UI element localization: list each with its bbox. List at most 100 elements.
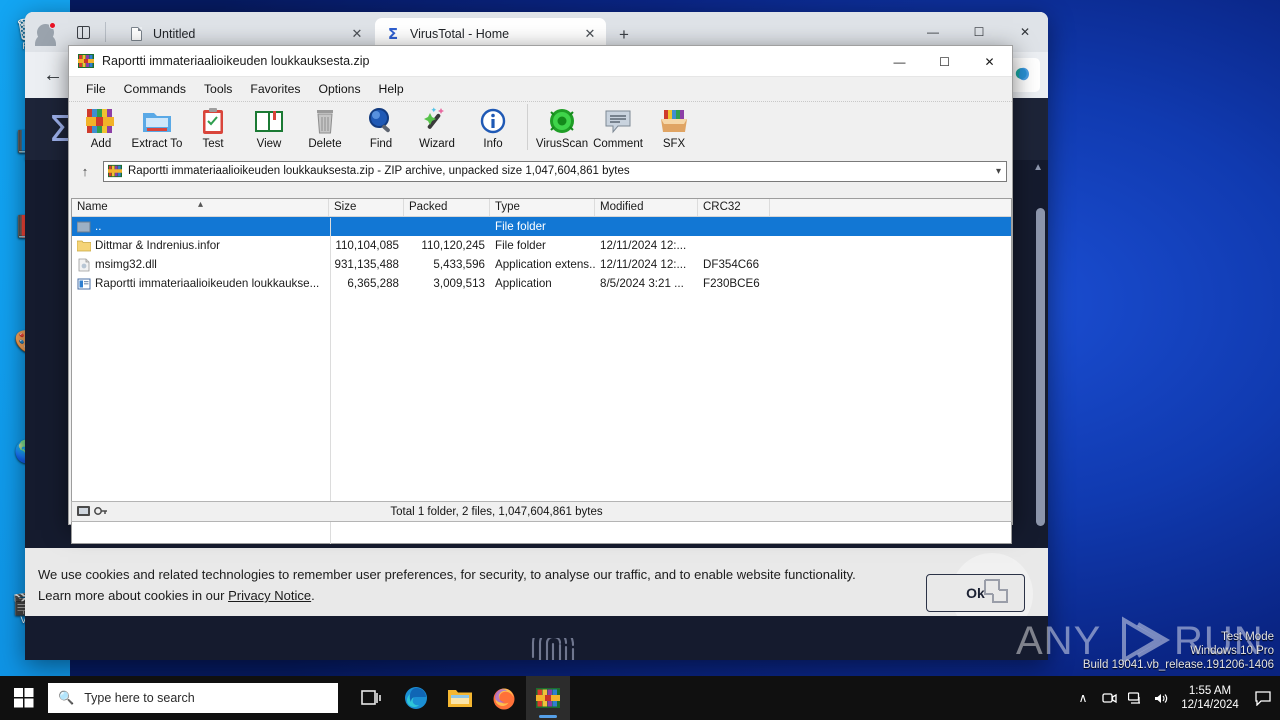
- cell-name: msimg32.dll: [95, 258, 157, 271]
- menu-item-help[interactable]: Help: [370, 80, 413, 98]
- back-button[interactable]: ←: [37, 59, 69, 91]
- sfx-box-icon: [657, 105, 691, 137]
- toolbar-label: Extract To: [131, 138, 183, 150]
- archive-path-field[interactable]: Raportti immateriaalioikeuden loukkaukse…: [103, 160, 1007, 182]
- taskbar-item-edge[interactable]: [394, 676, 438, 720]
- toolbar-label: View: [256, 138, 282, 150]
- tray-expand-icon[interactable]: ∧: [1070, 691, 1096, 705]
- clock-date: 12/14/2024: [1181, 699, 1239, 711]
- status-bar-icons: [72, 506, 112, 517]
- mouse-cursor-icon: [979, 576, 1013, 606]
- column-divider: [330, 218, 331, 544]
- volume-icon[interactable]: [1148, 692, 1174, 705]
- toolbar-button-add[interactable]: Add: [73, 102, 129, 150]
- toolbar-button-delete[interactable]: Delete: [297, 102, 353, 150]
- table-row[interactable]: Raportti immateriaalioikeuden loukkaukse…: [72, 274, 1011, 293]
- winrar-toolbar: Add Extract To Test View Delete Find Wiz…: [69, 101, 1012, 158]
- toolbar-button-extract-to[interactable]: Extract To: [129, 102, 185, 150]
- toolbar-button-view[interactable]: View: [241, 102, 297, 150]
- action-center-icon[interactable]: [1246, 690, 1280, 706]
- cell-size: 110,104,085: [335, 239, 399, 252]
- toolbar-button-test[interactable]: Test: [185, 102, 241, 150]
- cell-packed: 110,120,245: [421, 239, 485, 252]
- toolbar-label: Info: [483, 138, 503, 150]
- column-header-packed[interactable]: Packed: [404, 199, 490, 216]
- sort-ascending-icon: ▴: [198, 199, 204, 210]
- winrar-address-bar: ↑ Raportti immateriaalioikeuden loukkauk…: [69, 158, 1012, 184]
- vertical-tabs-icon: [76, 25, 90, 39]
- scroll-up-icon[interactable]: ▲: [1033, 162, 1043, 173]
- toolbar-button-wizard[interactable]: Wizard: [409, 102, 465, 150]
- menu-item-commands[interactable]: Commands: [115, 80, 195, 98]
- taskbar-item-file-explorer[interactable]: [438, 676, 482, 720]
- cell-type: File folder: [495, 220, 546, 233]
- chevron-down-icon[interactable]: ▾: [996, 166, 1001, 177]
- taskbar-item-task-view[interactable]: [350, 676, 394, 720]
- clock[interactable]: 1:55 AM 12/14/2024: [1174, 684, 1246, 712]
- table-row[interactable]: msimg32.dll 931,135,488 5,433,596 Applic…: [72, 255, 1011, 274]
- test-clipboard-icon: [196, 105, 230, 137]
- network-icon[interactable]: [1122, 691, 1148, 705]
- cell-type: Application extens...: [495, 258, 595, 271]
- tab-title: Untitled: [153, 27, 196, 41]
- profile-alert-badge: [49, 22, 56, 29]
- column-header-crc32[interactable]: CRC32: [698, 199, 770, 216]
- toolbar-button-sfx[interactable]: SFX: [646, 102, 702, 150]
- cookie-consent-banner: We use cookies and related technologies …: [25, 548, 1048, 638]
- toolbar-separator: [527, 104, 528, 150]
- column-header-size[interactable]: Size: [329, 199, 404, 216]
- winrar-minimize-button[interactable]: —: [877, 46, 922, 77]
- search-input[interactable]: 🔍 Type here to search: [48, 683, 338, 713]
- menu-item-options[interactable]: Options: [310, 80, 370, 98]
- toolbar-label: SFX: [662, 138, 686, 150]
- privacy-notice-link[interactable]: Privacy Notice: [228, 588, 311, 603]
- winrar-window-controls: — ☐ ✕: [877, 46, 1012, 77]
- winrar-close-button[interactable]: ✕: [967, 46, 1012, 77]
- cell-crc32: DF354C66: [703, 258, 760, 271]
- menu-item-tools[interactable]: Tools: [195, 80, 241, 98]
- up-one-level-button[interactable]: ↑: [74, 160, 96, 182]
- document-icon: [128, 26, 144, 42]
- toolbar-button-virusscan[interactable]: VirusScan: [534, 102, 590, 150]
- tab-close-icon[interactable]: ✕: [580, 24, 600, 44]
- profile-avatar-button[interactable]: [30, 18, 60, 46]
- key-status-icon: [93, 507, 107, 515]
- menu-item-file[interactable]: File: [77, 80, 115, 98]
- column-header-modified[interactable]: Modified: [595, 199, 698, 216]
- edge-icon: [405, 687, 427, 709]
- table-row[interactable]: .. File folder: [72, 217, 1011, 236]
- toolbar-button-find[interactable]: Find: [353, 102, 409, 150]
- page-bottom-strip: [25, 616, 1048, 638]
- toolbar-button-info[interactable]: Info: [465, 102, 521, 150]
- comment-icon: [601, 105, 635, 137]
- add-archive-icon: [84, 105, 118, 137]
- column-header-type[interactable]: Type: [490, 199, 595, 216]
- archive-path-text: Raportti immateriaalioikeuden loukkaukse…: [128, 165, 630, 177]
- winrar-window: Raportti immateriaalioikeuden loukkaukse…: [68, 45, 1013, 544]
- winrar-icon: [536, 688, 560, 708]
- cookie-line-2: Learn more about cookies in our Privacy …: [38, 585, 918, 606]
- windows-test-mode-watermark: Test Mode Windows 10 Pro Build 19041.vb_…: [1024, 630, 1274, 672]
- taskbar-item-winrar[interactable]: [526, 676, 570, 720]
- toolbar-label: Find: [369, 138, 393, 150]
- start-button[interactable]: [0, 676, 48, 720]
- screen-record-icon[interactable]: [1096, 692, 1122, 705]
- watermark-line-2: Windows 10 Pro: [1190, 645, 1274, 657]
- winrar-menu-bar: File Commands Tools Favorites Options He…: [69, 77, 1012, 101]
- menu-item-favorites[interactable]: Favorites: [241, 80, 309, 98]
- scrollbar-thumb[interactable]: [1036, 208, 1045, 526]
- tab-close-icon[interactable]: ✕: [347, 24, 367, 44]
- tab-actions-icon[interactable]: [70, 20, 96, 44]
- cookie-line-1: We use cookies and related technologies …: [38, 567, 856, 582]
- cell-modified: 8/5/2024 3:21 ...: [600, 277, 684, 290]
- new-tab-button[interactable]: +: [613, 24, 635, 46]
- winrar-file-list[interactable]: Name Size Packed Type Modified CRC32 ▴ .…: [71, 198, 1012, 544]
- toolbar-button-comment[interactable]: Comment: [590, 102, 646, 150]
- winrar-maximize-button[interactable]: ☐: [922, 46, 967, 77]
- virusscan-icon: [545, 105, 579, 137]
- search-placeholder: Type here to search: [84, 691, 195, 705]
- toolbar-label: Wizard: [419, 138, 455, 150]
- taskbar-item-firefox[interactable]: [482, 676, 526, 720]
- delete-trash-icon: [308, 105, 342, 137]
- table-row[interactable]: Dittmar & Indrenius.infor 110,104,085 11…: [72, 236, 1011, 255]
